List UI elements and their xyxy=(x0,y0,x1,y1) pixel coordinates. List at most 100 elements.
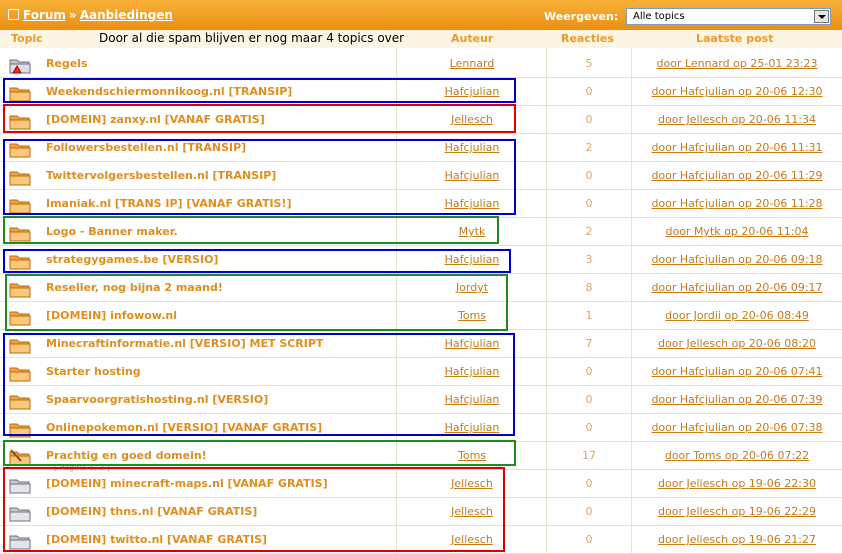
table-row: Onlinepokemon.nl [VERSIO] [VANAF GRATIS]… xyxy=(0,414,842,442)
topic-title-link[interactable]: Weekendschiermonnikoog.nl [TRANSIP] xyxy=(46,85,292,98)
topic-author-link[interactable]: Jellesch xyxy=(397,477,547,490)
topic-filter-value: Alle topics xyxy=(633,11,685,22)
topic-reply-count: 2 xyxy=(585,141,593,154)
chevron-down-icon[interactable] xyxy=(814,10,829,23)
topic-author-link[interactable]: Hafcjulian xyxy=(397,421,547,434)
topic-last-post-link[interactable]: door Hafcjulian op 20-06 11:31 xyxy=(632,141,842,154)
column-divider xyxy=(546,48,547,554)
topic-last-post-link[interactable]: door Hafcjulian op 20-06 12:30 xyxy=(632,85,842,98)
topic-last-post-link[interactable]: door Hafcjulian op 20-06 07:39 xyxy=(632,393,842,406)
topic-reply-count: 0 xyxy=(585,197,593,210)
topic-last-post-link[interactable]: door Jellesch op 20-06 08:20 xyxy=(632,337,842,350)
topic-reply-count: 1 xyxy=(585,309,593,322)
topic-title-link[interactable]: [DOMEIN] minecraft-maps.nl [VANAF GRATIS… xyxy=(46,477,328,490)
folder-icon xyxy=(9,309,31,326)
table-row: Prachtig en goed domein![ Pagina 1, 2 ] T… xyxy=(0,442,842,472)
topic-author-link[interactable]: Toms xyxy=(397,309,547,322)
folder-icon xyxy=(9,197,31,214)
topic-title-link[interactable]: Logo - Banner maker. xyxy=(46,225,178,238)
topic-title-link[interactable]: strategygames.be [VERSIO] xyxy=(46,253,218,266)
table-row: Imaniak.nl [TRANS IP] [VANAF GRATIS!] Haf… xyxy=(0,190,842,218)
topic-reply-count: 0 xyxy=(585,421,593,434)
table-row: [DOMEIN] infowow.nl Toms 1 door Jordii op 2… xyxy=(0,302,842,330)
breadcrumb-forum-link[interactable]: Forum xyxy=(23,8,66,22)
topic-last-post-link[interactable]: door Hafcjulian op 20-06 11:29 xyxy=(632,169,842,182)
topic-title-link[interactable]: Twittervolgersbestellen.nl [TRANSIP] xyxy=(46,169,276,182)
topic-last-post-link[interactable]: door Hafcjulian op 20-06 09:17 xyxy=(632,281,842,294)
topic-author-link[interactable]: Jordyt xyxy=(397,281,547,294)
topic-last-post-link[interactable]: door Jellesch op 19-06 22:30 xyxy=(632,477,842,490)
table-row: Twittervolgersbestellen.nl [TRANSIP] Hafc… xyxy=(0,162,842,190)
topic-last-post-link[interactable]: door Toms op 20-06 07:22 xyxy=(632,449,842,462)
topic-title-link[interactable]: Imaniak.nl [TRANS IP] [VANAF GRATIS!] xyxy=(46,197,292,210)
column-replies: Reacties xyxy=(561,32,614,45)
topic-author-link[interactable]: Jellesch xyxy=(397,505,547,518)
table-row: Minecraftinformatie.nl [VERSIO] MET SCRI… xyxy=(0,330,842,358)
topic-reply-count: 0 xyxy=(585,169,593,182)
topic-author-link[interactable]: Hafcjulian xyxy=(397,169,547,182)
table-header: Topic Door al die spam blijven er nog ma… xyxy=(0,30,842,48)
topic-title-link[interactable]: [DOMEIN] zanxy.nl [VANAF GRATIS] xyxy=(46,113,265,126)
topic-author-link[interactable]: Hafcjulian xyxy=(397,253,547,266)
topic-reply-count: 17 xyxy=(582,449,596,462)
breadcrumb: Forum» Aanbiedingen xyxy=(8,8,173,22)
folder-icon xyxy=(9,225,31,242)
folder-icon xyxy=(9,421,31,438)
topic-last-post-link[interactable]: door Mytk op 20-06 11:04 xyxy=(632,225,842,238)
table-row: Logo - Banner maker. Mytk 2 door Mytk op 20… xyxy=(0,218,842,246)
topic-last-post-link[interactable]: door Jordii op 20-06 08:49 xyxy=(632,309,842,322)
topic-last-post-link[interactable]: door Jellesch op 19-06 21:27 xyxy=(632,533,842,546)
column-author: Auteur xyxy=(451,32,494,45)
topic-author-link[interactable]: Hafcjulian xyxy=(397,85,547,98)
topic-title-link[interactable]: Reseller, nog bijna 2 maand! xyxy=(46,281,223,294)
topic-author-link[interactable]: Hafcjulian xyxy=(397,197,547,210)
topic-title-link[interactable]: Prachtig en goed domein! xyxy=(46,449,207,462)
topic-author-link[interactable]: Hafcjulian xyxy=(397,393,547,406)
topic-author-link[interactable]: Lennard xyxy=(397,57,547,70)
topic-title-link[interactable]: Onlinepokemon.nl [VERSIO] [VANAF GRATIS] xyxy=(46,421,322,434)
column-divider xyxy=(631,48,632,554)
forum-toolbar: Forum» Aanbiedingen Weergeven: Alle topic… xyxy=(0,0,842,30)
hot-folder-icon xyxy=(9,449,31,466)
topic-author-link[interactable]: Hafcjulian xyxy=(397,365,547,378)
folder-icon xyxy=(9,85,31,102)
topic-title-link[interactable]: Followersbestellen.nl [TRANSIP] xyxy=(46,141,246,154)
topic-reply-count: 0 xyxy=(585,113,593,126)
topic-reply-count: 0 xyxy=(585,533,593,546)
topic-reply-count: 3 xyxy=(585,253,593,266)
topic-author-link[interactable]: Jellesch xyxy=(397,113,547,126)
topic-title-link[interactable]: Regels xyxy=(46,57,88,70)
topic-last-post-link[interactable]: door Hafcjulian op 20-06 09:18 xyxy=(632,253,842,266)
breadcrumb-aanbiedingen-link[interactable]: Aanbiedingen xyxy=(80,8,173,22)
topic-last-post-link[interactable]: door Hafcjulian op 20-06 11:28 xyxy=(632,197,842,210)
folder-icon xyxy=(9,169,31,186)
topic-reply-count: 7 xyxy=(585,337,593,350)
topic-last-post-link[interactable]: door Hafcjulian op 20-06 07:41 xyxy=(632,365,842,378)
topic-title-link[interactable]: [DOMEIN] thns.nl [VANAF GRATIS] xyxy=(46,505,257,518)
table-row: Reseller, nog bijna 2 maand! Jordyt 8 door … xyxy=(0,274,842,302)
topic-title-link[interactable]: Minecraftinformatie.nl [VERSIO] MET SCRI… xyxy=(46,337,323,350)
topic-author-link[interactable]: Jellesch xyxy=(397,533,547,546)
announcement-folder-icon xyxy=(9,57,31,74)
topic-last-post-link[interactable]: door Hafcjulian op 20-06 07:38 xyxy=(632,421,842,434)
table-row: [DOMEIN] zanxy.nl [VANAF GRATIS] Jellesch… xyxy=(0,106,842,134)
topic-title-link[interactable]: Spaarvoorgratishosting.nl [VERSIO] xyxy=(46,393,268,406)
topic-last-post-link[interactable]: door Jellesch op 20-06 11:34 xyxy=(632,113,842,126)
topic-last-post-link[interactable]: door Lennard op 25-01 23:23 xyxy=(632,57,842,70)
topic-author-link[interactable]: Mytk xyxy=(397,225,547,238)
folder-icon xyxy=(9,253,31,270)
spam-note: Door al die spam blijven er nog maar 4 t… xyxy=(99,31,405,45)
topic-filter-select[interactable]: Alle topics xyxy=(626,8,831,25)
topic-author-link[interactable]: Toms xyxy=(397,449,547,462)
topic-author-link[interactable]: Hafcjulian xyxy=(397,337,547,350)
topic-reply-count: 2 xyxy=(585,225,593,238)
grey-folder-icon xyxy=(9,477,31,494)
topic-title-link[interactable]: [DOMEIN] twitto.nl [VANAF GRATIS] xyxy=(46,533,267,546)
table-row: [DOMEIN] twitto.nl [VANAF GRATIS] Jellesc… xyxy=(0,526,842,554)
topic-author-link[interactable]: Hafcjulian xyxy=(397,141,547,154)
column-last-post: Laatste post xyxy=(696,32,774,45)
topic-title-link[interactable]: Starter hosting xyxy=(46,365,141,378)
topic-last-post-link[interactable]: door Jellesch op 19-06 22:29 xyxy=(632,505,842,518)
column-divider xyxy=(396,48,397,554)
topic-title-link[interactable]: [DOMEIN] infowow.nl xyxy=(46,309,177,322)
